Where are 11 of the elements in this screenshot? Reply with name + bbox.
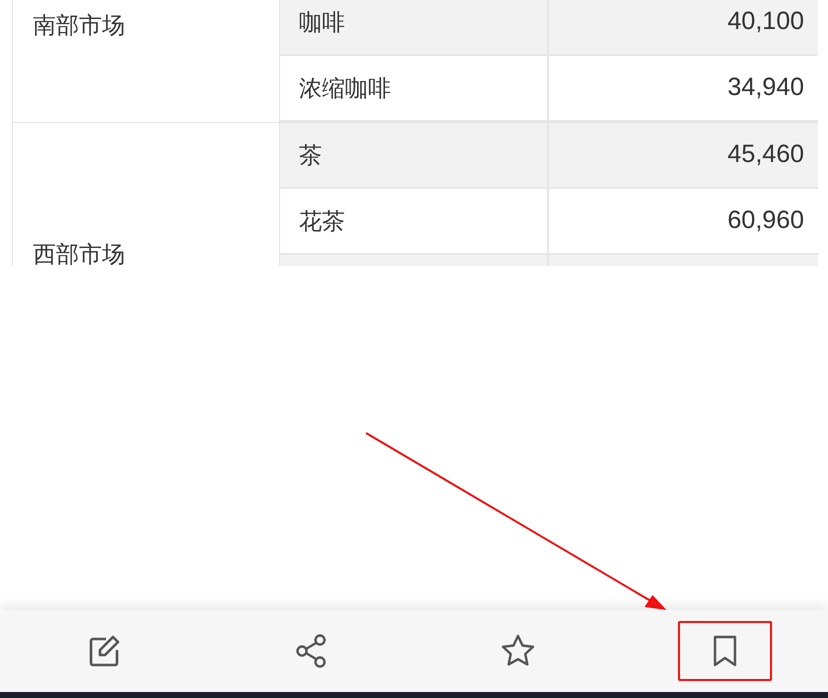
product-cell: 浓缩咖啡 — [280, 56, 549, 120]
region-cell-text: 西部市场 — [32, 240, 126, 266]
value-cell-text: 40,100 — [726, 6, 805, 38]
value-cell-text: 34,940 — [726, 72, 805, 104]
product-cell: 咖啡 — [280, 0, 549, 54]
product-cell: 花茶 — [280, 189, 549, 253]
region-cell-text: 南部市场 — [32, 11, 126, 40]
bookmark-button[interactable] — [678, 621, 772, 681]
value-cell-text: 60,960 — [726, 205, 805, 236]
value-cell-text: 45,460 — [726, 139, 805, 170]
product-cell: 茶 — [280, 123, 549, 187]
